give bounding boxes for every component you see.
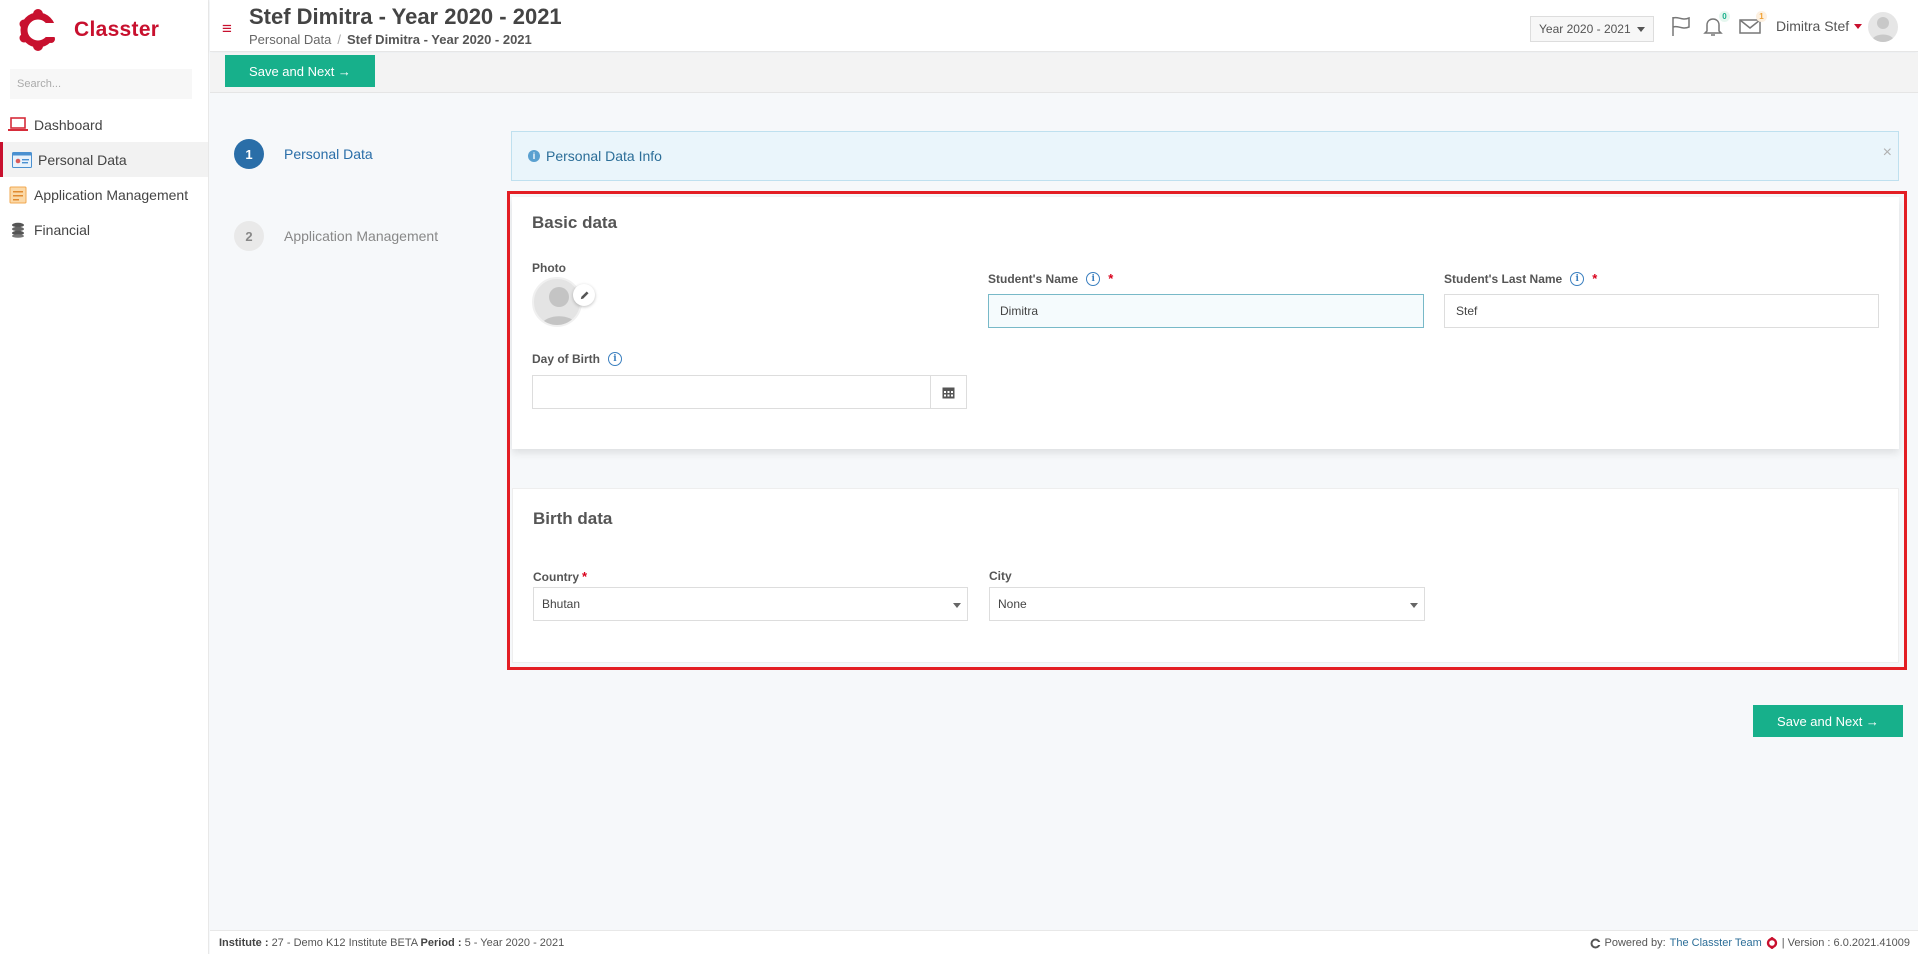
- info-icon: i: [528, 150, 540, 162]
- sidebar-item-label: Dashboard: [34, 116, 103, 133]
- sidebar-search-input[interactable]: [10, 69, 192, 99]
- step-application-management[interactable]: 2 Application Management: [234, 221, 438, 251]
- sidebar-item-label: Application Management: [34, 186, 189, 203]
- highlight-frame: [507, 191, 1907, 670]
- brand-name: Classter: [74, 18, 160, 41]
- step-personal-data[interactable]: 1 Personal Data: [234, 139, 373, 169]
- year-select[interactable]: Year 2020 - 2021: [1530, 16, 1654, 42]
- coins-icon: [8, 221, 28, 239]
- footer-institute-info: Institute : 27 - Demo K12 Institute BETA…: [219, 937, 565, 949]
- step-number: 1: [234, 139, 264, 169]
- step-number: 2: [234, 221, 264, 251]
- version-text: | Version : 6.0.2021.41009: [1781, 937, 1910, 949]
- messages-badge: 1: [1756, 11, 1767, 22]
- alert-text: Personal Data Info: [546, 148, 662, 164]
- chevron-down-icon: [1854, 23, 1863, 29]
- bell-icon[interactable]: 0: [1701, 11, 1730, 38]
- logo[interactable]: Classter: [18, 8, 159, 52]
- step-label: Personal Data: [284, 146, 373, 162]
- flag-icon[interactable]: [1669, 14, 1693, 38]
- user-menu[interactable]: Dimitra Stef: [1776, 18, 1863, 34]
- laptop-icon: [8, 116, 28, 134]
- chevron-down-icon: [1636, 26, 1645, 32]
- breadcrumb-current: Stef Dimitra - Year 2020 - 2021: [347, 32, 532, 47]
- footer: Institute : 27 - Demo K12 Institute BETA…: [210, 930, 1918, 954]
- notifications-badge: 0: [1719, 11, 1730, 22]
- save-and-next-button-bottom[interactable]: Save and Next →: [1753, 705, 1903, 737]
- step-label: Application Management: [284, 228, 439, 244]
- sidebar-nav: Dashboard Personal Data Application Mana…: [0, 107, 208, 247]
- close-icon[interactable]: ×: [1883, 144, 1892, 162]
- powered-by-text: Powered by:: [1604, 937, 1666, 949]
- classter-team-link[interactable]: The Classter Team: [1670, 937, 1762, 949]
- sidebar-item-financial[interactable]: Financial: [0, 212, 208, 247]
- classter-small-icon: [1590, 938, 1602, 949]
- breadcrumb-item[interactable]: Personal Data: [249, 32, 331, 47]
- sidebar-item-personal-data[interactable]: Personal Data: [0, 142, 208, 177]
- sidebar: Classter Dashboard Personal Data Applica…: [0, 0, 209, 954]
- envelope-icon[interactable]: 1: [1738, 11, 1767, 38]
- id-card-icon: [12, 151, 32, 169]
- breadcrumb-separator: /: [337, 32, 342, 47]
- document-icon: [8, 186, 28, 204]
- sidebar-item-dashboard[interactable]: Dashboard: [0, 107, 208, 142]
- avatar[interactable]: [1868, 12, 1898, 42]
- sidebar-item-label: Financial: [34, 221, 91, 238]
- classter-logo-icon: [18, 8, 58, 52]
- sidebar-item-application-management[interactable]: Application Management: [0, 177, 208, 212]
- sidebar-item-label: Personal Data: [38, 151, 127, 168]
- top-header: ≡ Stef Dimitra - Year 2020 - 2021 Person…: [210, 0, 1918, 52]
- year-select-value: Year 2020 - 2021: [1539, 22, 1631, 36]
- menu-toggle-icon[interactable]: ≡: [222, 20, 232, 37]
- action-bar: Save and Next →: [210, 53, 1918, 93]
- team-logo-icon: [1766, 937, 1778, 949]
- page-title: Stef Dimitra - Year 2020 - 2021: [249, 4, 562, 29]
- user-name: Dimitra Stef: [1776, 18, 1850, 34]
- save-and-next-button-top[interactable]: Save and Next →: [225, 55, 375, 87]
- breadcrumb: Personal Data / Stef Dimitra - Year 2020 -…: [249, 32, 532, 47]
- info-alert: i Personal Data Info ×: [511, 131, 1899, 181]
- footer-credits: Powered by: The Classter Team | Version …: [1590, 937, 1910, 949]
